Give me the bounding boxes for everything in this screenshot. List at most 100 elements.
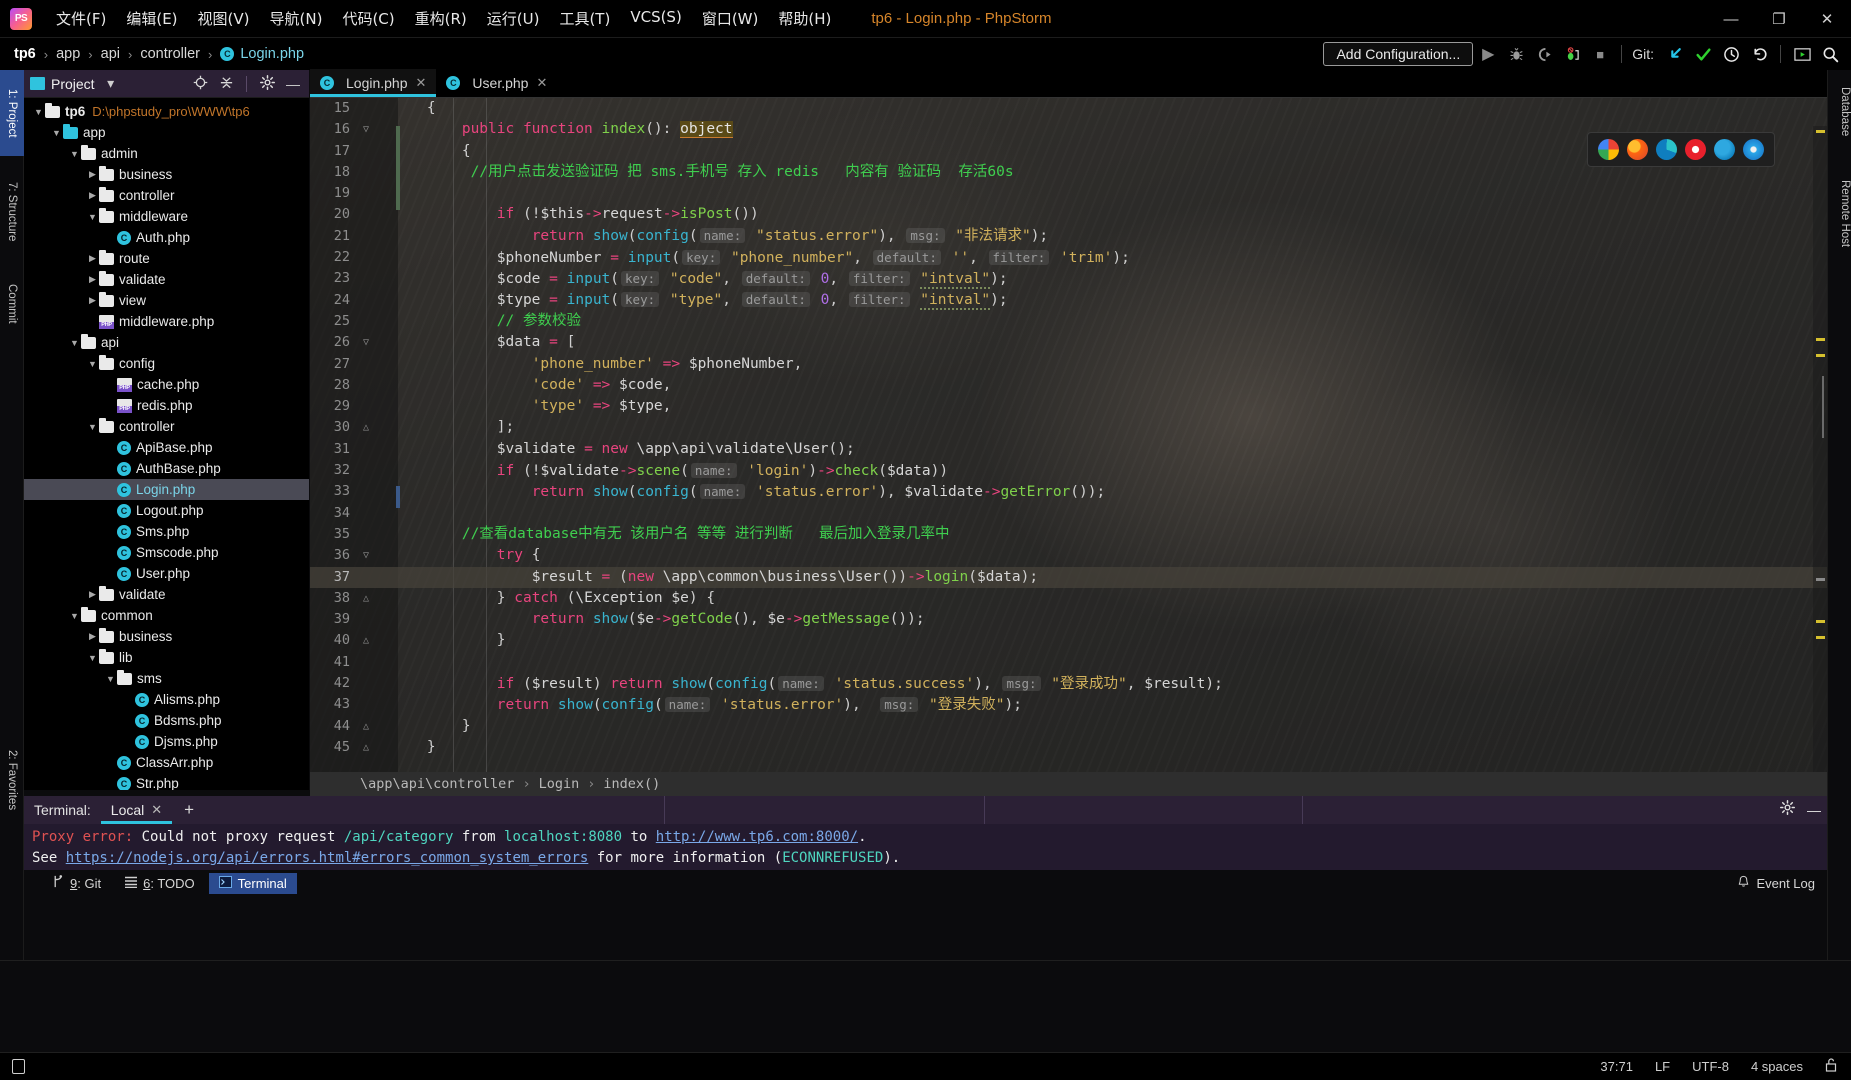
menu-item-6[interactable]: 运行(U) [477,5,550,32]
tree-node-AuthBase-php[interactable]: ▶C AuthBase.php [24,458,309,479]
code-line-21[interactable]: 21 return show(config(name: "status.erro… [310,226,1827,247]
tree-node-admin[interactable]: ▼ admin [24,143,309,164]
chevron-down-icon[interactable]: ▼ [32,107,45,117]
fold-toggle-icon[interactable]: △ [356,737,376,758]
safari-icon[interactable] [1743,139,1764,160]
editor-breadcrumb-item[interactable]: Login [539,776,580,792]
terminal-tab-local[interactable]: Local ✕ [100,796,173,824]
fold-toggle-icon[interactable]: △ [356,716,376,737]
warning-marker[interactable] [1816,354,1825,357]
close-button[interactable]: ✕ [1803,0,1851,38]
tree-node-business[interactable]: ▶ business [24,626,309,647]
warning-marker[interactable] [1816,620,1825,623]
tree-node-Alisms-php[interactable]: ▶C Alisms.php [24,689,309,710]
warning-marker[interactable] [1816,338,1825,341]
breadcrumb-item-app[interactable]: app [56,46,80,62]
chevron-down-icon[interactable]: ▼ [68,611,81,621]
menu-item-5[interactable]: 重构(R) [405,5,477,32]
tree-node-controller[interactable]: ▼ controller [24,416,309,437]
edge-icon[interactable] [1656,139,1677,160]
chevron-down-icon[interactable]: ▼ [50,128,63,138]
tree-node-sms[interactable]: ▼ sms [24,668,309,689]
target-url-link[interactable]: http://www.tp6.com:8000/ [656,829,858,845]
warning-marker[interactable] [1816,130,1825,133]
code-line-32[interactable]: 32 if (!$validate->scene(name: 'login')-… [310,460,1827,481]
code-line-28[interactable]: 28 'code' => $code, [310,375,1827,396]
line-separator[interactable]: LF [1655,1059,1670,1074]
firefox-icon[interactable] [1627,139,1648,160]
code-content[interactable]: 15 {16 ▽ public function index(): object 1… [310,98,1827,790]
caret-position[interactable]: 37:71 [1600,1059,1633,1074]
phone-preview-icon[interactable] [12,1059,25,1074]
code-line-27[interactable]: 27 'phone_number' => $phoneNumber, [310,354,1827,375]
chrome-icon[interactable] [1598,139,1619,160]
chevron-down-icon[interactable]: ▼ [86,422,99,432]
ie-icon[interactable] [1714,139,1735,160]
tree-node-controller[interactable]: ▶ controller [24,185,309,206]
caret-marker[interactable] [1816,578,1825,581]
code-line-44[interactable]: 44 △ } [310,716,1827,737]
code-line-26[interactable]: 26 ▽ $data = [ [310,332,1827,353]
code-line-34[interactable]: 34 [310,503,1827,524]
tree-node-redis-php[interactable]: ▶ redis.php [24,395,309,416]
nodejs-docs-link[interactable]: https://nodejs.org/api/errors.html#error… [66,850,589,866]
code-line-38[interactable]: 38 △ } catch (\Exception $e) { [310,588,1827,609]
unlocked-icon[interactable] [1825,1058,1837,1075]
file-encoding[interactable]: UTF-8 [1692,1059,1729,1074]
attach-debug-icon[interactable] [1559,41,1585,67]
run-button[interactable]: ▶ [1475,41,1501,67]
chevron-down-icon[interactable]: ▼ [68,338,81,348]
chevron-right-icon[interactable]: ▶ [86,274,99,285]
tree-node-Auth-php[interactable]: ▶C Auth.php [24,227,309,248]
tree-node-tp6[interactable]: ▼ tp6 D:\phpstudy_pro\WWW\tp6 [24,101,309,122]
stop-button[interactable]: ■ [1587,41,1613,67]
code-line-39[interactable]: 39 return show($e->getCode(), $e->getMes… [310,609,1827,630]
fold-toggle-icon[interactable]: ▽ [356,545,376,566]
menu-item-10[interactable]: 帮助(H) [768,5,841,32]
breadcrumb-item-Login-php[interactable]: C Login.php [220,46,304,62]
tree-node-Bdsms-php[interactable]: ▶C Bdsms.php [24,710,309,731]
tree-node-ClassArr-php[interactable]: ▶C ClassArr.php [24,752,309,773]
editor-breadcrumb-item[interactable]: index() [603,776,660,792]
editor-breadcrumb-item[interactable]: \app\api\controller [360,776,514,792]
indent-setting[interactable]: 4 spaces [1751,1059,1803,1074]
sidebar-item-database[interactable]: Database [1827,74,1851,150]
chevron-down-icon[interactable]: ▼ [86,359,99,369]
chevron-down-icon[interactable]: ▼ [104,674,117,684]
code-line-24[interactable]: 24 $type = input(key: "type", default: 0… [310,290,1827,311]
tree-node-Logout-php[interactable]: ▶C Logout.php [24,500,309,521]
new-terminal-button[interactable]: + [172,800,206,820]
code-line-43[interactable]: 43 return show(config(name: 'status.erro… [310,694,1827,715]
warning-marker[interactable] [1816,636,1825,639]
fold-toggle-icon[interactable]: ▽ [356,119,376,140]
maximize-button[interactable]: ❐ [1755,0,1803,38]
chevron-down-icon[interactable]: ▼ [86,653,99,663]
code-line-31[interactable]: 31 $validate = new \app\api\validate\Use… [310,439,1827,460]
tree-node-business[interactable]: ▶ business [24,164,309,185]
tree-node-cache-php[interactable]: ▶ cache.php [24,374,309,395]
chevron-right-icon[interactable]: ▶ [86,190,99,201]
menu-item-7[interactable]: 工具(T) [549,5,620,32]
gear-icon[interactable] [257,74,277,93]
code-line-45[interactable]: 45 △ } [310,737,1827,758]
code-line-30[interactable]: 30 △ ]; [310,417,1827,438]
code-editor[interactable]: 15 {16 ▽ public function index(): object 1… [310,98,1827,790]
gear-icon[interactable] [1780,800,1795,820]
editor-tab-Login-php[interactable]: C Login.php ✕ [310,69,437,97]
code-line-41[interactable]: 41 [310,652,1827,673]
search-icon[interactable] [1817,41,1843,67]
tree-node-common[interactable]: ▼ common [24,605,309,626]
tree-node-config[interactable]: ▼ config [24,353,309,374]
code-line-33[interactable]: 33 return show(config(name: 'status.erro… [310,481,1827,502]
sidebar-item-favorites[interactable]: 2: Favorites [0,730,24,830]
tool-window-git[interactable]: 9: Git [42,872,111,894]
presentation-icon[interactable] [1789,41,1815,67]
menu-item-8[interactable]: VCS(S) [620,5,691,32]
tree-node-middleware[interactable]: ▼ middleware [24,206,309,227]
tree-node-Login-php[interactable]: ▶C Login.php [24,479,309,500]
rollback-icon[interactable] [1746,41,1772,67]
chevron-right-icon[interactable]: ▶ [86,589,99,600]
minimize-button[interactable]: — [1707,0,1755,38]
tree-node-Smscode-php[interactable]: ▶C Smscode.php [24,542,309,563]
code-line-22[interactable]: 22 $phoneNumber = input(key: "phone_numb… [310,247,1827,268]
